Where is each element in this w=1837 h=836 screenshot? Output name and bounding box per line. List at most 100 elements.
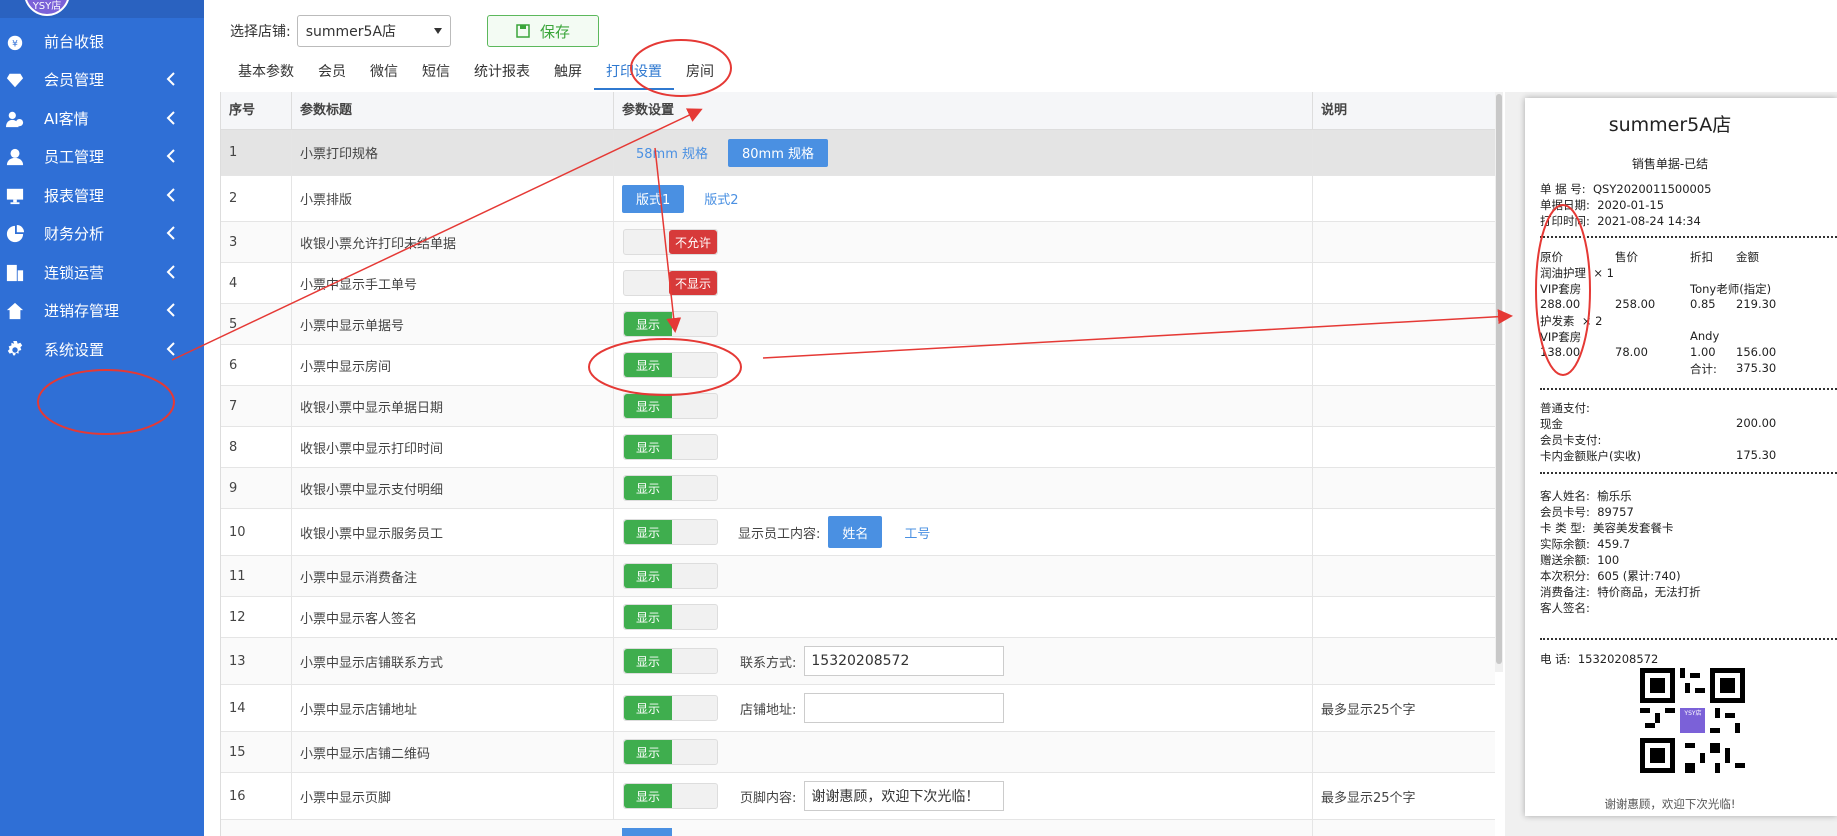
sidebar-item-label: 前台收银 — [44, 33, 105, 51]
row-note — [1313, 468, 1495, 508]
row-no: 1 — [221, 130, 292, 175]
toggle-switch[interactable]: 显示 — [623, 739, 718, 765]
building-icon — [6, 264, 24, 282]
store-select[interactable]: summer5A店 — [296, 15, 451, 47]
tab-report[interactable]: 统计报表 — [462, 58, 542, 90]
tab-print-settings[interactable]: 打印设置 — [594, 58, 674, 90]
toggle-switch[interactable]: 显示 — [623, 475, 718, 501]
row-title: 收银小票中显示单据日期 — [292, 386, 614, 426]
chevron-left-icon — [166, 148, 176, 164]
table-row[interactable]: 12 小票中显示客人签名 显示 — [221, 597, 1495, 638]
table-row[interactable]: 10 收银小票中显示服务员工 显示 显示员工内容: 姓名 工号 — [221, 509, 1495, 556]
chevron-left-icon — [166, 110, 176, 126]
table-row[interactable]: 6 小票中显示房间 显示 — [221, 345, 1495, 386]
row-setting: 不显示 — [614, 263, 1313, 303]
item-staff: Andy — [1690, 329, 1720, 343]
row-setting: 显示 联系方式: 15320208572 — [614, 638, 1313, 684]
table-row[interactable]: 13 小票中显示店铺联系方式 显示 联系方式: 15320208572 — [221, 638, 1495, 685]
table-row[interactable]: 3 收银小票允许打印未结单据 不允许 — [221, 222, 1495, 263]
item-discount: 0.85 — [1690, 297, 1716, 311]
option-58mm[interactable]: 58mm 规格 — [622, 139, 722, 167]
row-setting: 显示 — [614, 597, 1313, 637]
receipt-preview: summer5A店 销售单据-已结 单 据 号: QSY202001150000… — [1525, 98, 1837, 816]
pay-key: 普通支付: — [1540, 401, 1590, 415]
tab-basic[interactable]: 基本参数 — [226, 58, 306, 90]
customer-value: 榆乐乐 — [1597, 489, 1632, 503]
toggle-off-label: 不显示 — [669, 271, 717, 295]
row-setting: 不允许 — [614, 222, 1313, 262]
toggle-switch[interactable]: 不允许 — [623, 229, 718, 255]
customer-key: 客人签名: — [1540, 601, 1590, 615]
header-note: 说明 — [1313, 92, 1495, 130]
pay-value: 175.30 — [1736, 448, 1777, 462]
toggle-switch[interactable]: 显示 — [623, 393, 718, 419]
sidebar-item-label: AI客情 — [44, 110, 89, 128]
tab-room[interactable]: 房间 — [674, 58, 726, 90]
customer-value: 89757 — [1597, 505, 1634, 519]
table-row[interactable]: 2 小票排版 版式1 版式2 — [221, 176, 1495, 222]
item-sale: 258.00 — [1615, 297, 1656, 311]
footer-input[interactable]: 谢谢惠顾，欢迎下次光临！ — [804, 781, 1005, 811]
customer-key: 本次积分: — [1540, 569, 1590, 583]
table-row[interactable]: 8 收银小票中显示打印时间 显示 — [221, 427, 1495, 468]
toggle-switch[interactable]: 显示 — [623, 519, 718, 545]
table-scrollbar[interactable] — [1495, 92, 1503, 672]
row-note — [1313, 427, 1495, 467]
toggle-switch[interactable]: 显示 — [623, 352, 718, 378]
table-row[interactable]: 11 小票中显示消费备注 显示 — [221, 556, 1495, 597]
tab-sms[interactable]: 短信 — [410, 58, 462, 90]
table-row[interactable]: 14 小票中显示店铺地址 显示 店铺地址: 最多显示25个字 — [221, 685, 1495, 732]
row-no: 13 — [221, 638, 292, 684]
contact-input[interactable]: 15320208572 — [804, 646, 1005, 676]
table-row[interactable]: 5 小票中显示单据号 显示 — [221, 304, 1495, 345]
qr-badge-text: YSY店 — [1684, 710, 1702, 717]
item-room: VIP套房 — [1540, 282, 1582, 296]
toggle-switch[interactable]: 显示 — [623, 434, 718, 460]
toggle-switch[interactable]: 显示 — [623, 604, 718, 630]
receipt-divider — [1540, 236, 1837, 238]
toggle-switch[interactable]: 显示 — [623, 563, 718, 589]
receipt-customer-line: 赠送余额: 100 — [1540, 552, 1619, 568]
table-row[interactable]: 15 小票中显示店铺二维码 显示 — [221, 732, 1495, 773]
table-row[interactable]: 1 小票打印规格 58mm 规格 80mm 规格 — [221, 130, 1495, 176]
option-layout-2[interactable]: 版式2 — [690, 185, 752, 213]
address-input[interactable] — [804, 693, 1005, 723]
tab-member[interactable]: 会员 — [306, 58, 358, 90]
tab-wechat[interactable]: 微信 — [358, 58, 410, 90]
table-row[interactable]: 4 小票中显示手工单号 不显示 — [221, 263, 1495, 304]
row-note — [1313, 263, 1495, 303]
footer-label: 页脚内容: — [740, 790, 797, 806]
toggle-switch[interactable]: 显示 — [623, 648, 718, 674]
tab-touch[interactable]: 触屏 — [542, 58, 594, 90]
row-setting: 显示 — [614, 345, 1313, 385]
store-select-value: summer5A店 — [305, 24, 397, 40]
partial-option-button[interactable] — [622, 827, 672, 836]
toggle-switch[interactable]: 显示 — [623, 783, 718, 809]
customer-key: 会员卡号: — [1540, 505, 1590, 519]
chevron-left-icon — [166, 341, 176, 357]
option-layout-1[interactable]: 版式1 — [622, 184, 685, 213]
sidebar-item-settings[interactable]: 系统设置 — [0, 327, 204, 372]
row-no: 9 — [221, 468, 292, 508]
row-setting: 显示 — [614, 386, 1313, 426]
table-row[interactable]: 16 小票中显示页脚 显示 页脚内容: 谢谢惠顾，欢迎下次光临！ 最多显示25个… — [221, 773, 1495, 820]
address-label: 店铺地址: — [740, 702, 797, 718]
save-button[interactable]: 保存 — [487, 15, 599, 47]
store-label: 选择店铺: — [230, 24, 291, 40]
item-room: VIP套房 — [1540, 330, 1582, 344]
phone-label: 电 话: — [1540, 652, 1571, 666]
toggle-switch[interactable]: 显示 — [623, 695, 718, 721]
option-staff-no[interactable]: 工号 — [890, 518, 944, 546]
toggle-switch[interactable]: 显示 — [623, 311, 718, 337]
receipt-divider — [1540, 472, 1837, 474]
table-row[interactable]: 9 收银小票中显示支付明细 显示 — [221, 468, 1495, 509]
row-note — [1313, 597, 1495, 637]
table-row[interactable]: 7 收银小票中显示单据日期 显示 — [221, 386, 1495, 427]
row-note — [1313, 509, 1495, 555]
row-no: 4 — [221, 263, 292, 303]
option-80mm[interactable]: 80mm 规格 — [728, 138, 829, 167]
scrollbar-thumb[interactable] — [1496, 94, 1502, 664]
toggle-switch[interactable]: 不显示 — [623, 270, 718, 296]
option-staff-name[interactable]: 姓名 — [828, 516, 883, 548]
header-no: 序号 — [221, 92, 292, 130]
